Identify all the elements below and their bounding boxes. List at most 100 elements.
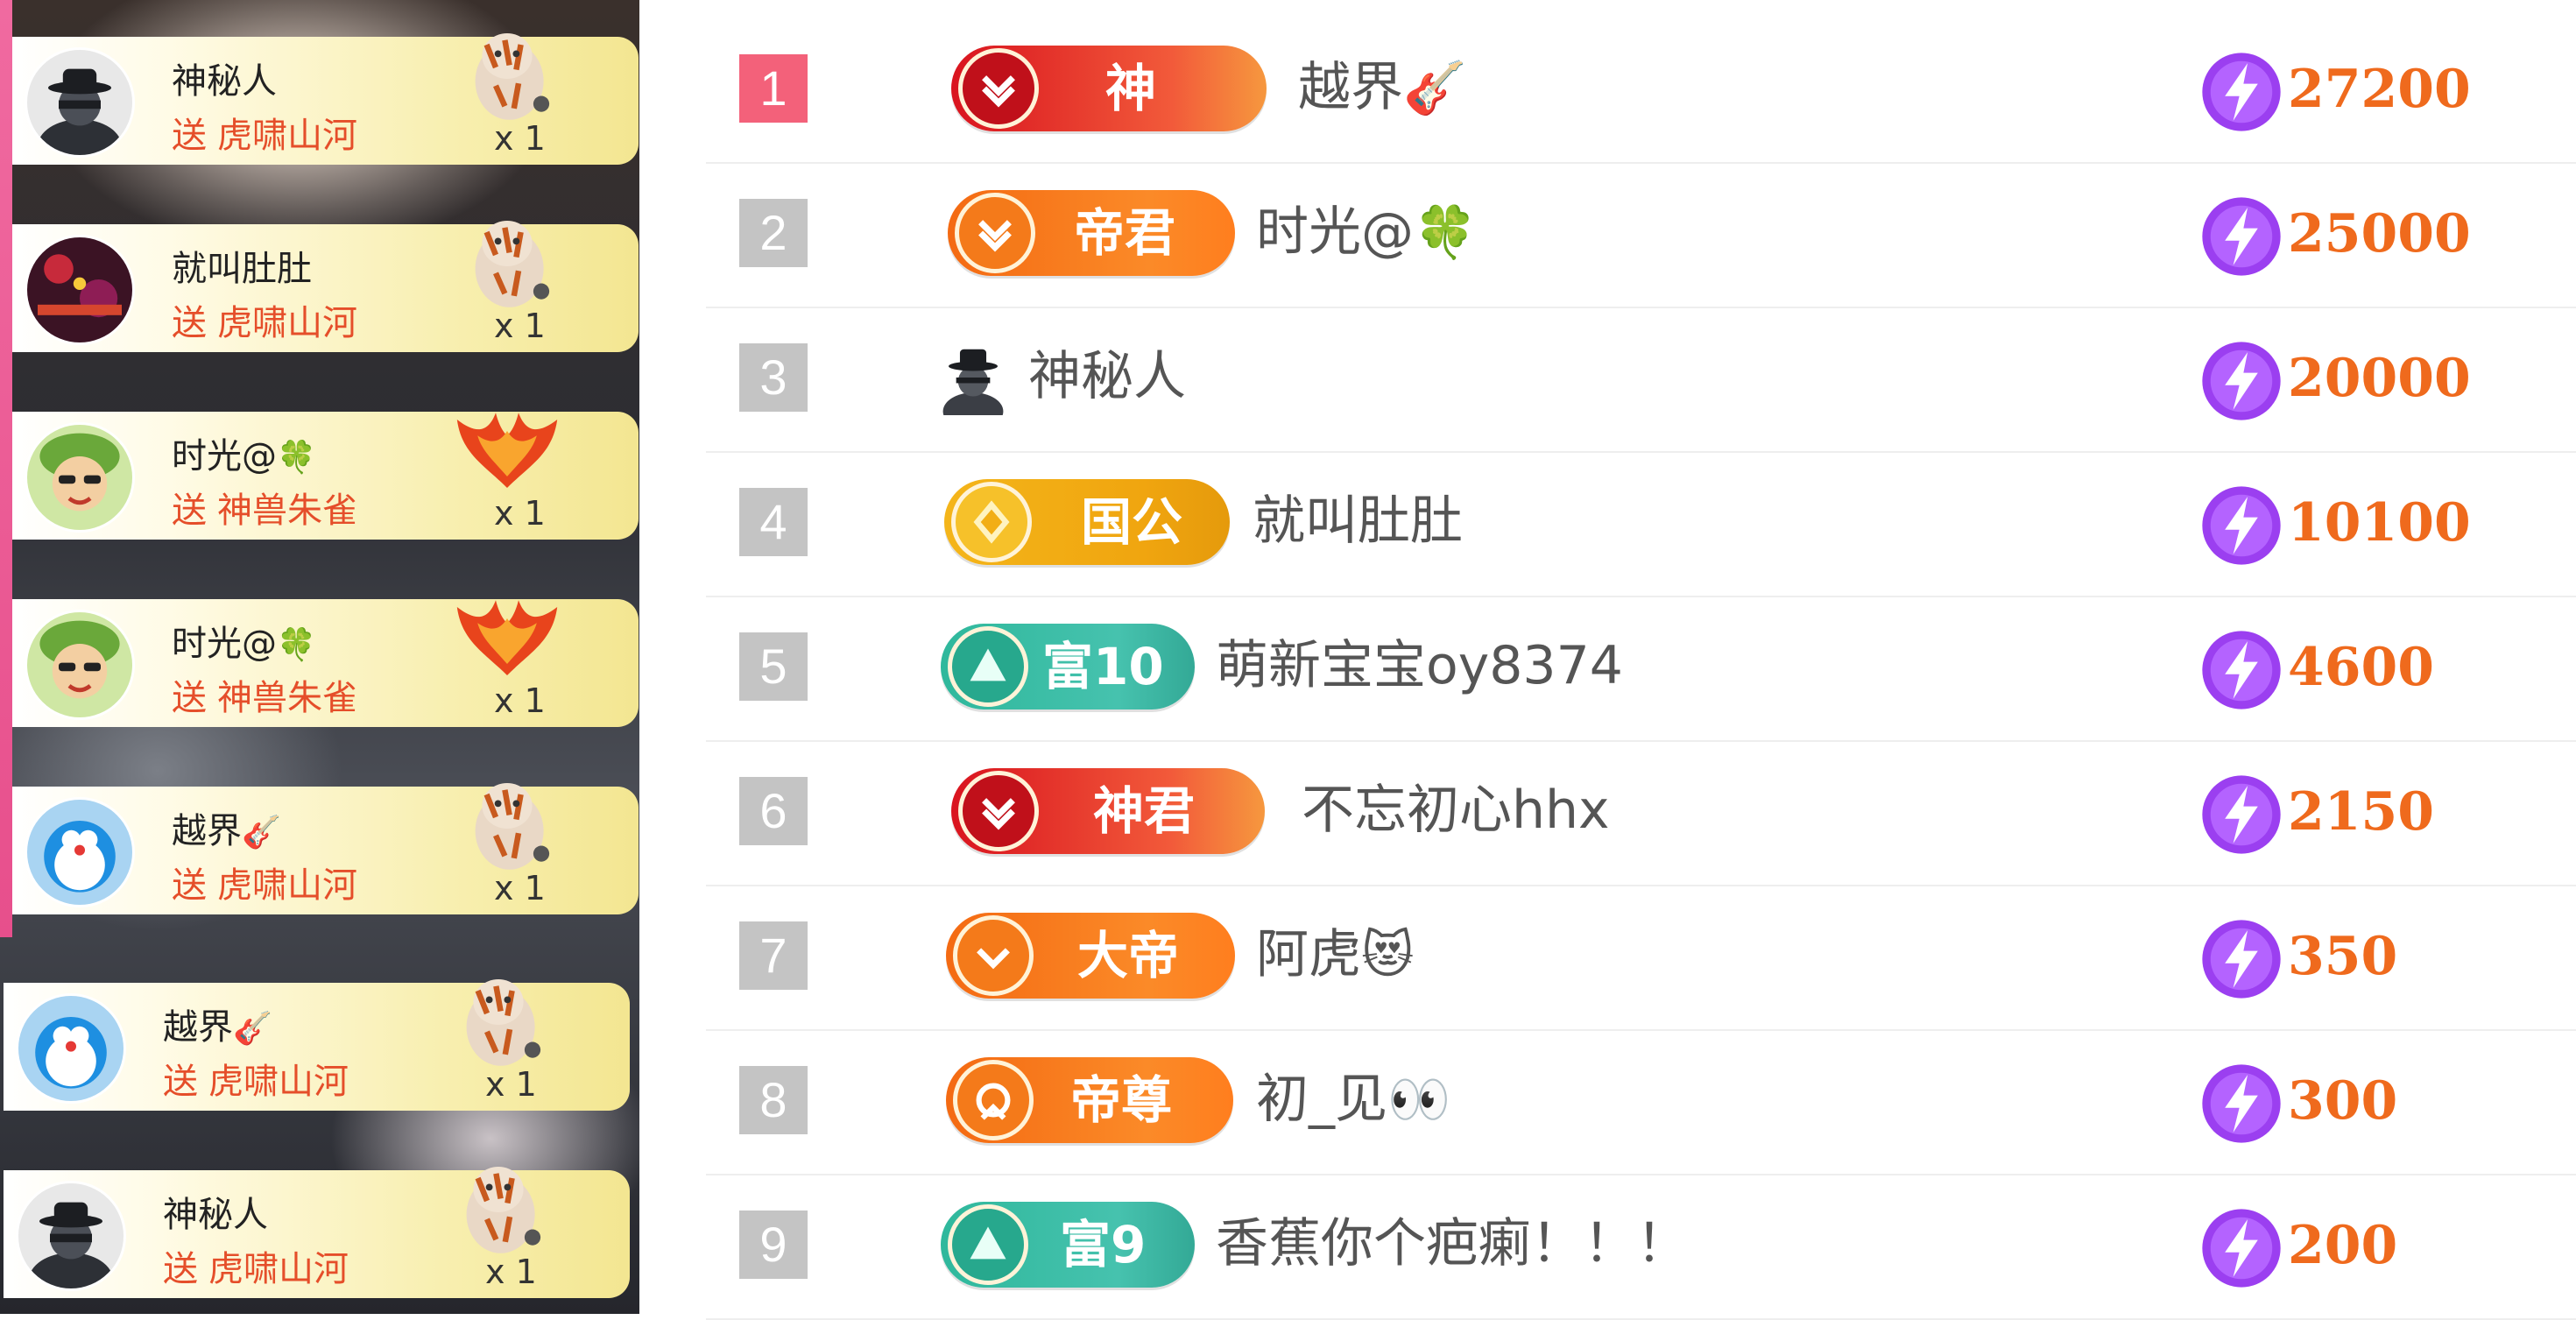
gift-description: 送虎啸山河: [172, 116, 357, 156]
phoenix-gift-icon: [450, 573, 564, 687]
crest-icon: [951, 482, 1032, 562]
score-value: 20000: [2288, 348, 2471, 409]
noble-badge: 神: [951, 46, 1267, 131]
sender-name: 就叫肚肚: [172, 249, 312, 289]
rank-number: 3: [739, 343, 808, 412]
rank-number: 4: [739, 488, 808, 556]
tiger-gift-icon: [450, 760, 564, 874]
ranking-row[interactable]: 1 神 越界🎸 27200: [706, 19, 2576, 164]
tiger-gift-icon: [441, 956, 555, 1070]
noble-badge: 国公: [944, 479, 1230, 565]
user-name[interactable]: 神秘人: [1028, 333, 1186, 420]
ranking-row[interactable]: 8 帝尊 初_见👀 300: [706, 1031, 2576, 1175]
lightning-icon: [2200, 484, 2283, 567]
gift-card[interactable]: 就叫肚肚 送虎啸山河 x 1: [12, 221, 639, 352]
ranking-row[interactable]: 4 国公 就叫肚肚 10100: [706, 453, 2576, 597]
ranking-row[interactable]: 3 神秘人 20000: [706, 308, 2576, 453]
gift-count: x 1: [494, 869, 546, 907]
ranking-row[interactable]: 6 神君 不忘初心hhx 2150: [706, 742, 2576, 886]
gift-card[interactable]: 神秘人 送虎啸山河 x 1: [4, 1167, 630, 1298]
tiger-gift-icon: [450, 198, 564, 312]
user-name[interactable]: 越界🎸: [1298, 44, 1466, 131]
tiger-gift-icon: [441, 1144, 555, 1258]
noble-badge: 大帝: [946, 913, 1235, 999]
contribution-ranking-list: 1 神 越界🎸 27200 2 帝君 时光@🍀 25000 3 神秘人 2000…: [706, 19, 2576, 1320]
crest-icon: [955, 193, 1035, 273]
sender-name: 神秘人: [163, 1195, 268, 1235]
badge-label: 国公: [1081, 492, 1183, 552]
score-value: 2150: [2288, 781, 2434, 843]
score-value: 300: [2288, 1070, 2398, 1132]
user-name[interactable]: 香蕉你个疤瘌！！！: [1216, 1200, 1689, 1288]
cartoon-kid-avatar[interactable]: [25, 610, 135, 720]
ranking-row[interactable]: 2 帝君 时光@🍀 25000: [706, 164, 2576, 308]
user-name[interactable]: 萌新宝宝oy8374: [1216, 622, 1623, 709]
lightning-icon: [2200, 51, 2283, 133]
lightning-icon: [2200, 1062, 2283, 1145]
gift-card[interactable]: 时光@🍀 送神兽朱雀 x 1: [12, 412, 639, 540]
crest-icon: [953, 1060, 1034, 1140]
gift-description: 送虎啸山河: [163, 1062, 349, 1102]
sender-name: 越界🎸: [172, 811, 281, 851]
gift-card[interactable]: 越界🎸 送虎啸山河 x 1: [12, 783, 639, 914]
rank-number: 8: [739, 1066, 808, 1134]
crest-icon: [958, 771, 1039, 851]
gift-card[interactable]: 越界🎸 送虎啸山河 x 1: [4, 979, 630, 1111]
mystery-user-icon: [935, 340, 1011, 415]
user-name[interactable]: 初_见👀: [1256, 1055, 1450, 1143]
gift-description: 送虎啸山河: [163, 1249, 349, 1289]
score-value: 4600: [2288, 637, 2434, 698]
crest-icon: [958, 48, 1039, 129]
mystery-avatar[interactable]: [16, 1181, 126, 1291]
triangle-icon: [948, 1204, 1028, 1285]
user-name[interactable]: 就叫肚肚: [1253, 477, 1463, 565]
score-value: 10100: [2288, 492, 2471, 554]
score-value: 350: [2288, 926, 2398, 987]
user-name[interactable]: 阿虎😻: [1256, 911, 1414, 999]
sender-name: 越界🎸: [163, 1007, 272, 1048]
ranking-row[interactable]: 7 大帝 阿虎😻 350: [706, 886, 2576, 1031]
noble-badge: 神君: [951, 768, 1265, 854]
lightning-icon: [2200, 773, 2283, 856]
gift-card[interactable]: 神秘人 送虎啸山河 x 1: [12, 33, 639, 165]
badge-label: 帝君: [1074, 203, 1176, 263]
badge-label: 大帝: [1077, 926, 1180, 985]
tiger-gift-icon: [450, 11, 564, 124]
gift-count: x 1: [494, 307, 546, 345]
gift-count: x 1: [494, 119, 546, 158]
noble-badge: 帝君: [948, 190, 1235, 276]
crest-icon: [953, 915, 1034, 996]
rank-number: 1: [739, 54, 808, 123]
lightning-icon: [2200, 918, 2283, 1000]
wealth-badge: 富10: [941, 624, 1195, 709]
doraemon-avatar[interactable]: [16, 993, 126, 1104]
rank-number: 6: [739, 777, 808, 845]
gift-card[interactable]: 时光@🍀 送神兽朱雀 x 1: [12, 599, 639, 727]
mystery-avatar[interactable]: [25, 47, 135, 158]
sender-name: 时光@🍀: [172, 624, 316, 664]
doraemon-avatar[interactable]: [25, 797, 135, 907]
cartoon-kid-avatar[interactable]: [25, 422, 135, 533]
badge-label: 富9: [1060, 1215, 1147, 1274]
score-value: 200: [2288, 1215, 2398, 1276]
rank-number: 2: [739, 199, 808, 267]
ranking-row[interactable]: 5 富10 萌新宝宝oy8374 4600: [706, 597, 2576, 742]
score-value: 25000: [2288, 203, 2471, 265]
badge-label: 富10: [1042, 637, 1164, 696]
ranking-row[interactable]: 9 富9 香蕉你个疤瘌！！！ 200: [706, 1175, 2576, 1320]
user-name[interactable]: 时光@🍀: [1256, 188, 1477, 276]
gift-description: 送虎啸山河: [172, 303, 357, 343]
triangle-icon: [948, 626, 1028, 707]
lightning-icon: [2200, 1207, 2283, 1289]
rank-number: 7: [739, 921, 808, 990]
sender-name: 神秘人: [172, 61, 277, 102]
phoenix-gift-icon: [450, 385, 564, 499]
badge-label: 帝尊: [1070, 1070, 1173, 1130]
game-avatar[interactable]: [25, 235, 135, 345]
gift-count: x 1: [494, 494, 546, 533]
badge-label: 神君: [1093, 781, 1196, 841]
gift-count: x 1: [485, 1065, 537, 1104]
gift-description: 送神兽朱雀: [172, 491, 357, 531]
user-name[interactable]: 不忘初心hhx: [1302, 766, 1610, 854]
rank-number: 5: [739, 632, 808, 701]
